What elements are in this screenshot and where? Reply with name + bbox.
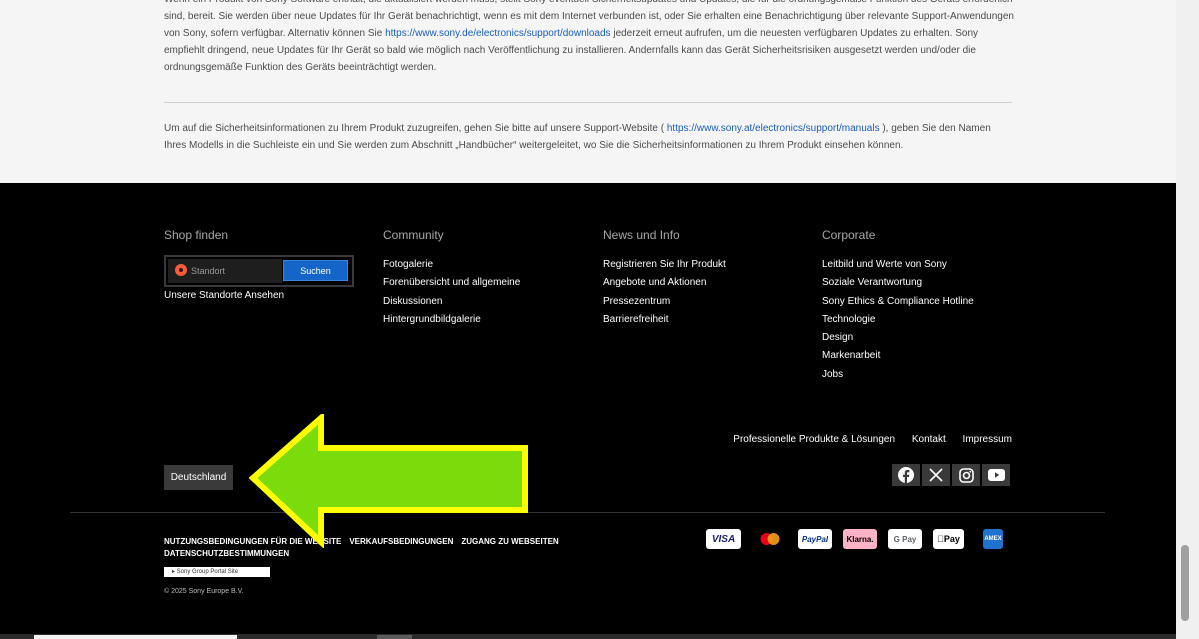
community-title: Community [383,228,444,242]
paypal-icon: PayPal [798,529,832,549]
footer-link-forum[interactable]: Forenübersicht und allgemeine Diskussion… [383,274,573,311]
site-footer: Shop finden Suchen Unsere Standorte Anse… [0,183,1176,639]
utility-links: Professionelle Produkte & Lösungen Konta… [719,434,1012,445]
klarna-icon: Klarna. [843,529,877,549]
scrollbar-thumb[interactable] [1181,545,1189,621]
country-selector[interactable]: Deutschland [164,465,233,490]
footer-link-values[interactable]: Leitbild und Werte von Sony [822,256,974,274]
footer-link-press[interactable]: Pressezentrum [603,293,726,311]
youtube-icon [987,469,1005,481]
shop-finder-title: Shop finden [164,228,229,242]
taskbar-segment [377,635,412,639]
apple-pay-label: Pay [940,534,960,544]
facebook-icon [898,467,914,483]
article-section: Wenn ein Produkt von Sony Software enthä… [0,0,1176,183]
corporate-title: Corporate [822,228,876,242]
contact-link[interactable]: Kontakt [912,434,946,445]
view-stores-link[interactable]: Unsere Standorte Ansehen [164,290,354,301]
downloads-link[interactable]: https://www.sony.de/electronics/support/… [385,28,611,39]
payment-methods: VISA PayPal Klarna. G Pay Pay AMEX [706,529,1003,549]
sony-group-portal-link[interactable]: ▸ Sony Group Portal Site [164,567,270,577]
store-search-box: Suchen [164,255,354,287]
imprint-link[interactable]: Impressum [963,434,1012,445]
footer-link-accessibility[interactable]: Barrierefreiheit [603,311,726,329]
footer-link-csr[interactable]: Soziale Verantwortung [822,274,974,292]
footer-link-jobs[interactable]: Jobs [822,366,974,384]
youtube-button[interactable] [982,464,1010,486]
google-pay-icon: G Pay [888,529,922,549]
x-icon [929,468,943,482]
facebook-button[interactable] [892,464,920,486]
footer-link-ethics[interactable]: Sony Ethics & Compliance Hotline [822,293,974,311]
paragraph-text: Um auf die Sicherheitsinformationen zu I… [164,123,667,134]
store-input-wrapper [168,259,282,283]
location-input[interactable] [191,264,279,278]
shop-finder-column: Shop finden Suchen Unsere Standorte Anse… [164,228,354,301]
safety-info-paragraph: Um auf die Sicherheitsinformationen zu I… [164,120,1014,154]
privacy-policy-link[interactable]: DATENSCHUTZBESTIMMUNGEN [164,548,559,560]
footer-link-design[interactable]: Design [822,329,974,347]
visa-icon: VISA [706,529,741,549]
security-updates-paragraph: Wenn ein Produkt von Sony Software enthä… [164,0,1014,76]
footer-link-technology[interactable]: Technologie [822,311,974,329]
location-pin-icon [175,264,187,276]
instagram-button[interactable] [952,464,980,486]
footer-link-register-product[interactable]: Registrieren Sie Ihr Produkt [603,256,726,274]
social-links [892,464,1010,486]
footer-link-wallpapers[interactable]: Hintergrundbildgalerie [383,311,573,329]
taskbar-segment [34,635,237,639]
vertical-scrollbar[interactable] [1176,0,1199,639]
footer-link-fotogalerie[interactable]: Fotogalerie [383,256,573,274]
footer-link-offers[interactable]: Angebote und Aktionen [603,274,726,292]
amex-icon: AMEX [983,529,1003,549]
corporate-column: Corporate Leitbild und Werte von Sony So… [822,228,974,384]
divider [164,102,1012,103]
apple-logo-icon:  [937,534,944,544]
copyright-text: © 2025 Sony Europe B.V. [164,588,244,595]
store-search-button[interactable]: Suchen [283,260,348,281]
manuals-link[interactable]: https://www.sony.at/electronics/support/… [667,123,880,134]
footer-divider [70,512,1105,513]
footer-link-brand[interactable]: Markenarbeit [822,347,974,365]
apple-pay-icon: Pay [933,529,964,549]
community-column: Community Fotogalerie Forenübersicht und… [383,228,573,329]
instagram-icon [958,467,974,483]
taskbar-strip [0,634,1176,639]
professional-products-link[interactable]: Professionelle Produkte & Lösungen [733,434,895,445]
mastercard-icon [752,529,787,549]
x-button[interactable] [922,464,950,486]
news-title: News und Info [603,228,680,242]
news-column: News und Info Registrieren Sie Ihr Produ… [603,228,726,329]
highlight-arrow-icon [249,414,528,548]
